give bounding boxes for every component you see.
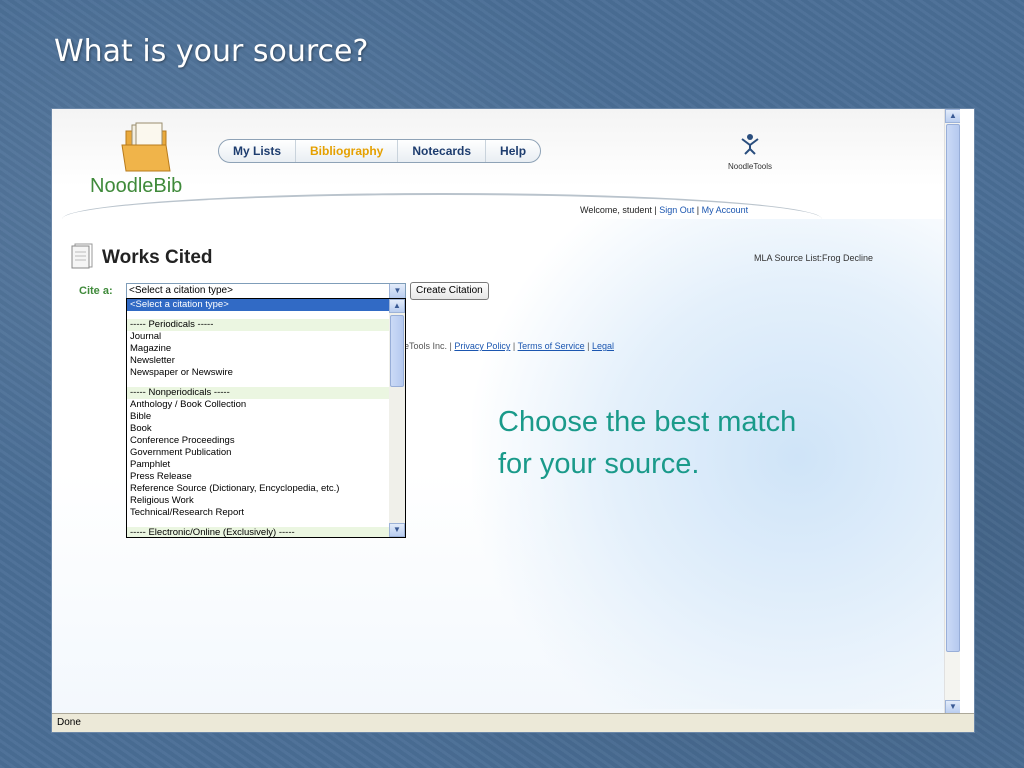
citation-type-select[interactable]: <Select a citation type> ▼ <box>126 283 406 299</box>
scroll-up-icon[interactable]: ▲ <box>389 299 405 313</box>
main-nav: My Lists Bibliography Notecards Help <box>218 139 542 163</box>
legal-link[interactable]: Legal <box>592 341 614 351</box>
dropdown-option[interactable]: Reference Source (Dictionary, Encycloped… <box>127 483 390 495</box>
dropdown-option[interactable]: Government Publication <box>127 447 390 459</box>
document-icon <box>71 243 93 269</box>
dropdown-option[interactable]: <Select a citation type> <box>127 299 390 311</box>
dropdown-option[interactable]: Conference Proceedings <box>127 435 390 447</box>
select-value: <Select a citation type> <box>129 285 233 296</box>
dropdown-option[interactable]: Anthology / Book Collection <box>127 399 390 411</box>
callout-text: Choose the best match for your source. <box>498 401 796 485</box>
dropdown-option[interactable]: Technical/Research Report <box>127 507 390 519</box>
dropdown-group-header: ----- Nonperiodicals ----- <box>127 387 390 399</box>
scroll-down-icon[interactable]: ▼ <box>389 523 405 537</box>
dropdown-option[interactable]: Book <box>127 423 390 435</box>
welcome-text: Welcome, student | <box>580 205 657 215</box>
terms-of-service-link[interactable]: Terms of Service <box>518 341 585 351</box>
nav-tab-bibliography[interactable]: Bibliography <box>296 140 399 162</box>
page-scroll-down-icon[interactable]: ▼ <box>945 700 960 714</box>
footer-links: dleTools Inc. | Privacy Policy | Terms o… <box>397 341 614 351</box>
dropdown-group-header: ----- Periodicals ----- <box>127 319 390 331</box>
dropdown-option[interactable]: Press Release <box>127 471 390 483</box>
mla-value[interactable]: Frog Decline <box>822 253 873 263</box>
page-scroll-thumb[interactable] <box>946 124 960 652</box>
dropdown-option[interactable]: Magazine <box>127 343 390 355</box>
noodlebib-folder-icon <box>121 122 171 172</box>
browser-window: NoodleBib My Lists Bibliography Notecards H… <box>51 108 975 733</box>
chevron-down-icon[interactable]: ▼ <box>389 284 405 298</box>
dropdown-option[interactable]: Newsletter <box>127 355 390 367</box>
mla-label: MLA Source List: <box>754 253 823 263</box>
noodletools-label: NoodleTools <box>727 162 773 171</box>
nav-tab-help[interactable]: Help <box>486 140 540 162</box>
dropdown-option[interactable]: Journal <box>127 331 390 343</box>
callout-line-2: for your source. <box>498 448 700 480</box>
welcome-separator: | <box>696 205 700 215</box>
slide-title: What is your source? <box>54 34 369 69</box>
dropdown-group-header: ----- Electronic/Online (Exclusively) --… <box>127 527 390 537</box>
dropdown-option <box>127 379 390 387</box>
sign-out-link[interactable]: Sign Out <box>659 205 694 215</box>
noodletools-figure-icon <box>741 134 759 155</box>
nav-tab-my-lists[interactable]: My Lists <box>219 140 297 162</box>
dropdown-option <box>127 311 390 319</box>
dropdown-options: <Select a citation type> ----- Periodical… <box>127 299 390 537</box>
dropdown-option[interactable]: Newspaper or Newswire <box>127 367 390 379</box>
status-bar: Done <box>52 713 974 732</box>
create-citation-button[interactable]: Create Citation <box>410 282 489 300</box>
my-account-link[interactable]: My Account <box>702 205 749 215</box>
noodletools-logo[interactable]: NoodleTools <box>720 133 780 171</box>
dropdown-option <box>127 519 390 527</box>
callout-line-1: Choose the best match <box>498 406 797 438</box>
page-scroll-up-icon[interactable]: ▲ <box>945 109 960 123</box>
page-title: Works Cited <box>102 247 213 268</box>
page-scrollbar[interactable]: ▲ ▼ <box>944 109 960 714</box>
dropdown-scroll-thumb[interactable] <box>390 315 404 387</box>
privacy-policy-link[interactable]: Privacy Policy <box>454 341 510 351</box>
dropdown-option[interactable]: Pamphlet <box>127 459 390 471</box>
welcome-bar: Welcome, student | Sign Out | My Account <box>580 205 748 215</box>
dropdown-scrollbar[interactable]: ▲ ▼ <box>389 299 405 537</box>
cite-label: Cite a: <box>79 285 113 297</box>
nav-tab-notecards[interactable]: Notecards <box>398 140 487 162</box>
dropdown-option[interactable]: Religious Work <box>127 495 390 507</box>
dropdown-option[interactable]: Bible <box>127 411 390 423</box>
citation-type-dropdown[interactable]: <Select a citation type> ----- Periodical… <box>126 298 406 538</box>
noodlebib-logo[interactable]: NoodleBib <box>90 175 182 198</box>
mla-source-list: MLA Source List:Frog Decline <box>754 253 873 263</box>
web-page: NoodleBib My Lists Bibliography Notecards H… <box>52 109 960 714</box>
